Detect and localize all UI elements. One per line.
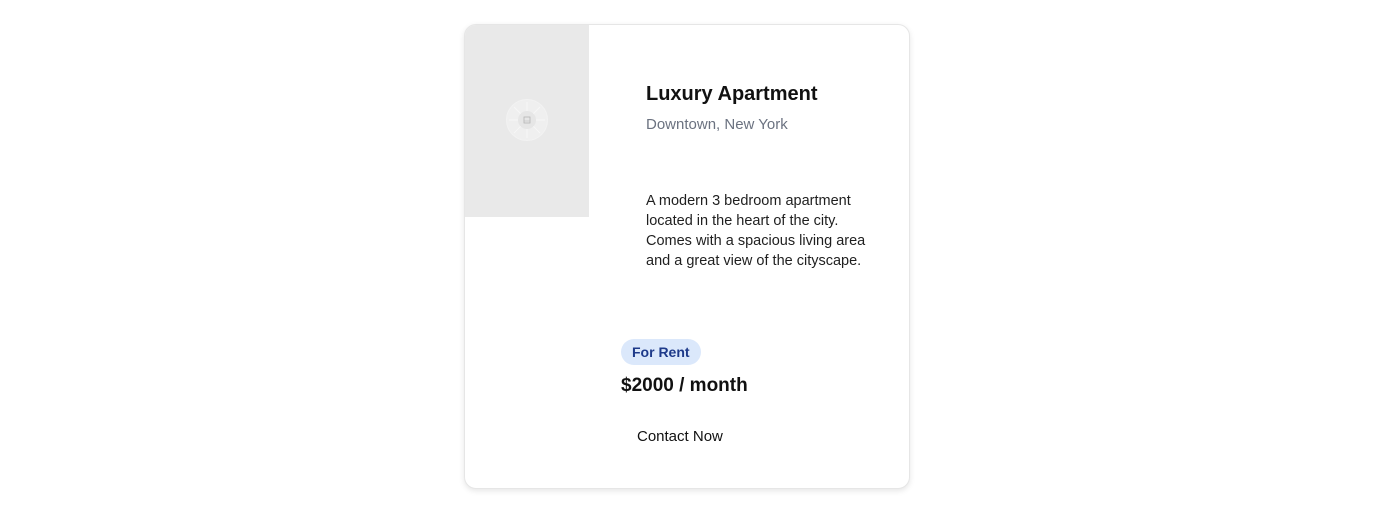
image-placeholder-icon — [506, 99, 548, 141]
listing-location: Downtown, New York — [646, 116, 788, 133]
listing-image — [465, 25, 589, 217]
listing-card: Luxury Apartment Downtown, New York A mo… — [464, 24, 910, 489]
listing-price: $2000 / month — [621, 375, 748, 396]
listing-title: Luxury Apartment — [646, 83, 818, 105]
status-badge: For Rent — [621, 339, 701, 365]
contact-now-button[interactable]: Contact Now — [621, 423, 739, 451]
listing-description: A modern 3 bedroom apartment located in … — [646, 193, 866, 269]
